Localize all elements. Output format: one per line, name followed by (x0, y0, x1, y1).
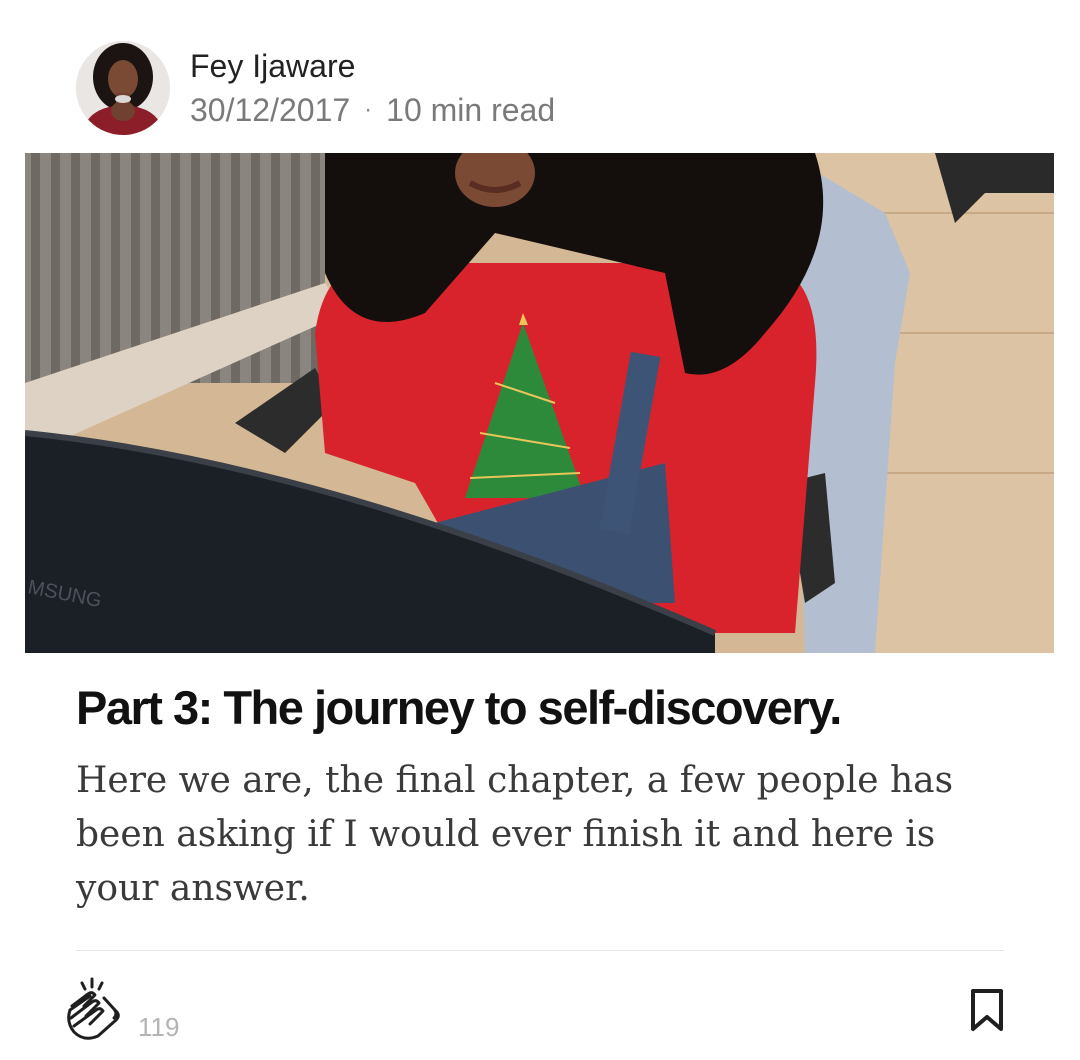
post-footer: 119 (62, 976, 1012, 1046)
clap-count: 119 (138, 1012, 180, 1042)
author-avatar[interactable] (76, 41, 170, 135)
author-meta: Fey Ijaware 30/12/2017 · 10 min read (190, 44, 555, 132)
post-title[interactable]: Part 3: The journey to self-discovery. (76, 676, 1036, 740)
post-date: 30/12/2017 (190, 92, 351, 128)
post-meta: 30/12/2017 · 10 min read (190, 88, 555, 132)
clap-button[interactable]: 119 (62, 976, 179, 1049)
footer-divider (76, 950, 1004, 951)
clap-icon (62, 976, 126, 1049)
bookmark-icon (970, 989, 1004, 1036)
bookmark-button[interactable] (970, 988, 1004, 1037)
read-time: 10 min read (386, 92, 556, 128)
author-name[interactable]: Fey Ijaware (190, 44, 555, 88)
meta-separator: · (364, 96, 373, 123)
author-row: Fey Ijaware 30/12/2017 · 10 min read (76, 40, 555, 136)
post-subtitle[interactable]: Here we are, the final chapter, a few pe… (76, 754, 996, 916)
hero-image[interactable]: MSUNG (25, 153, 1054, 653)
